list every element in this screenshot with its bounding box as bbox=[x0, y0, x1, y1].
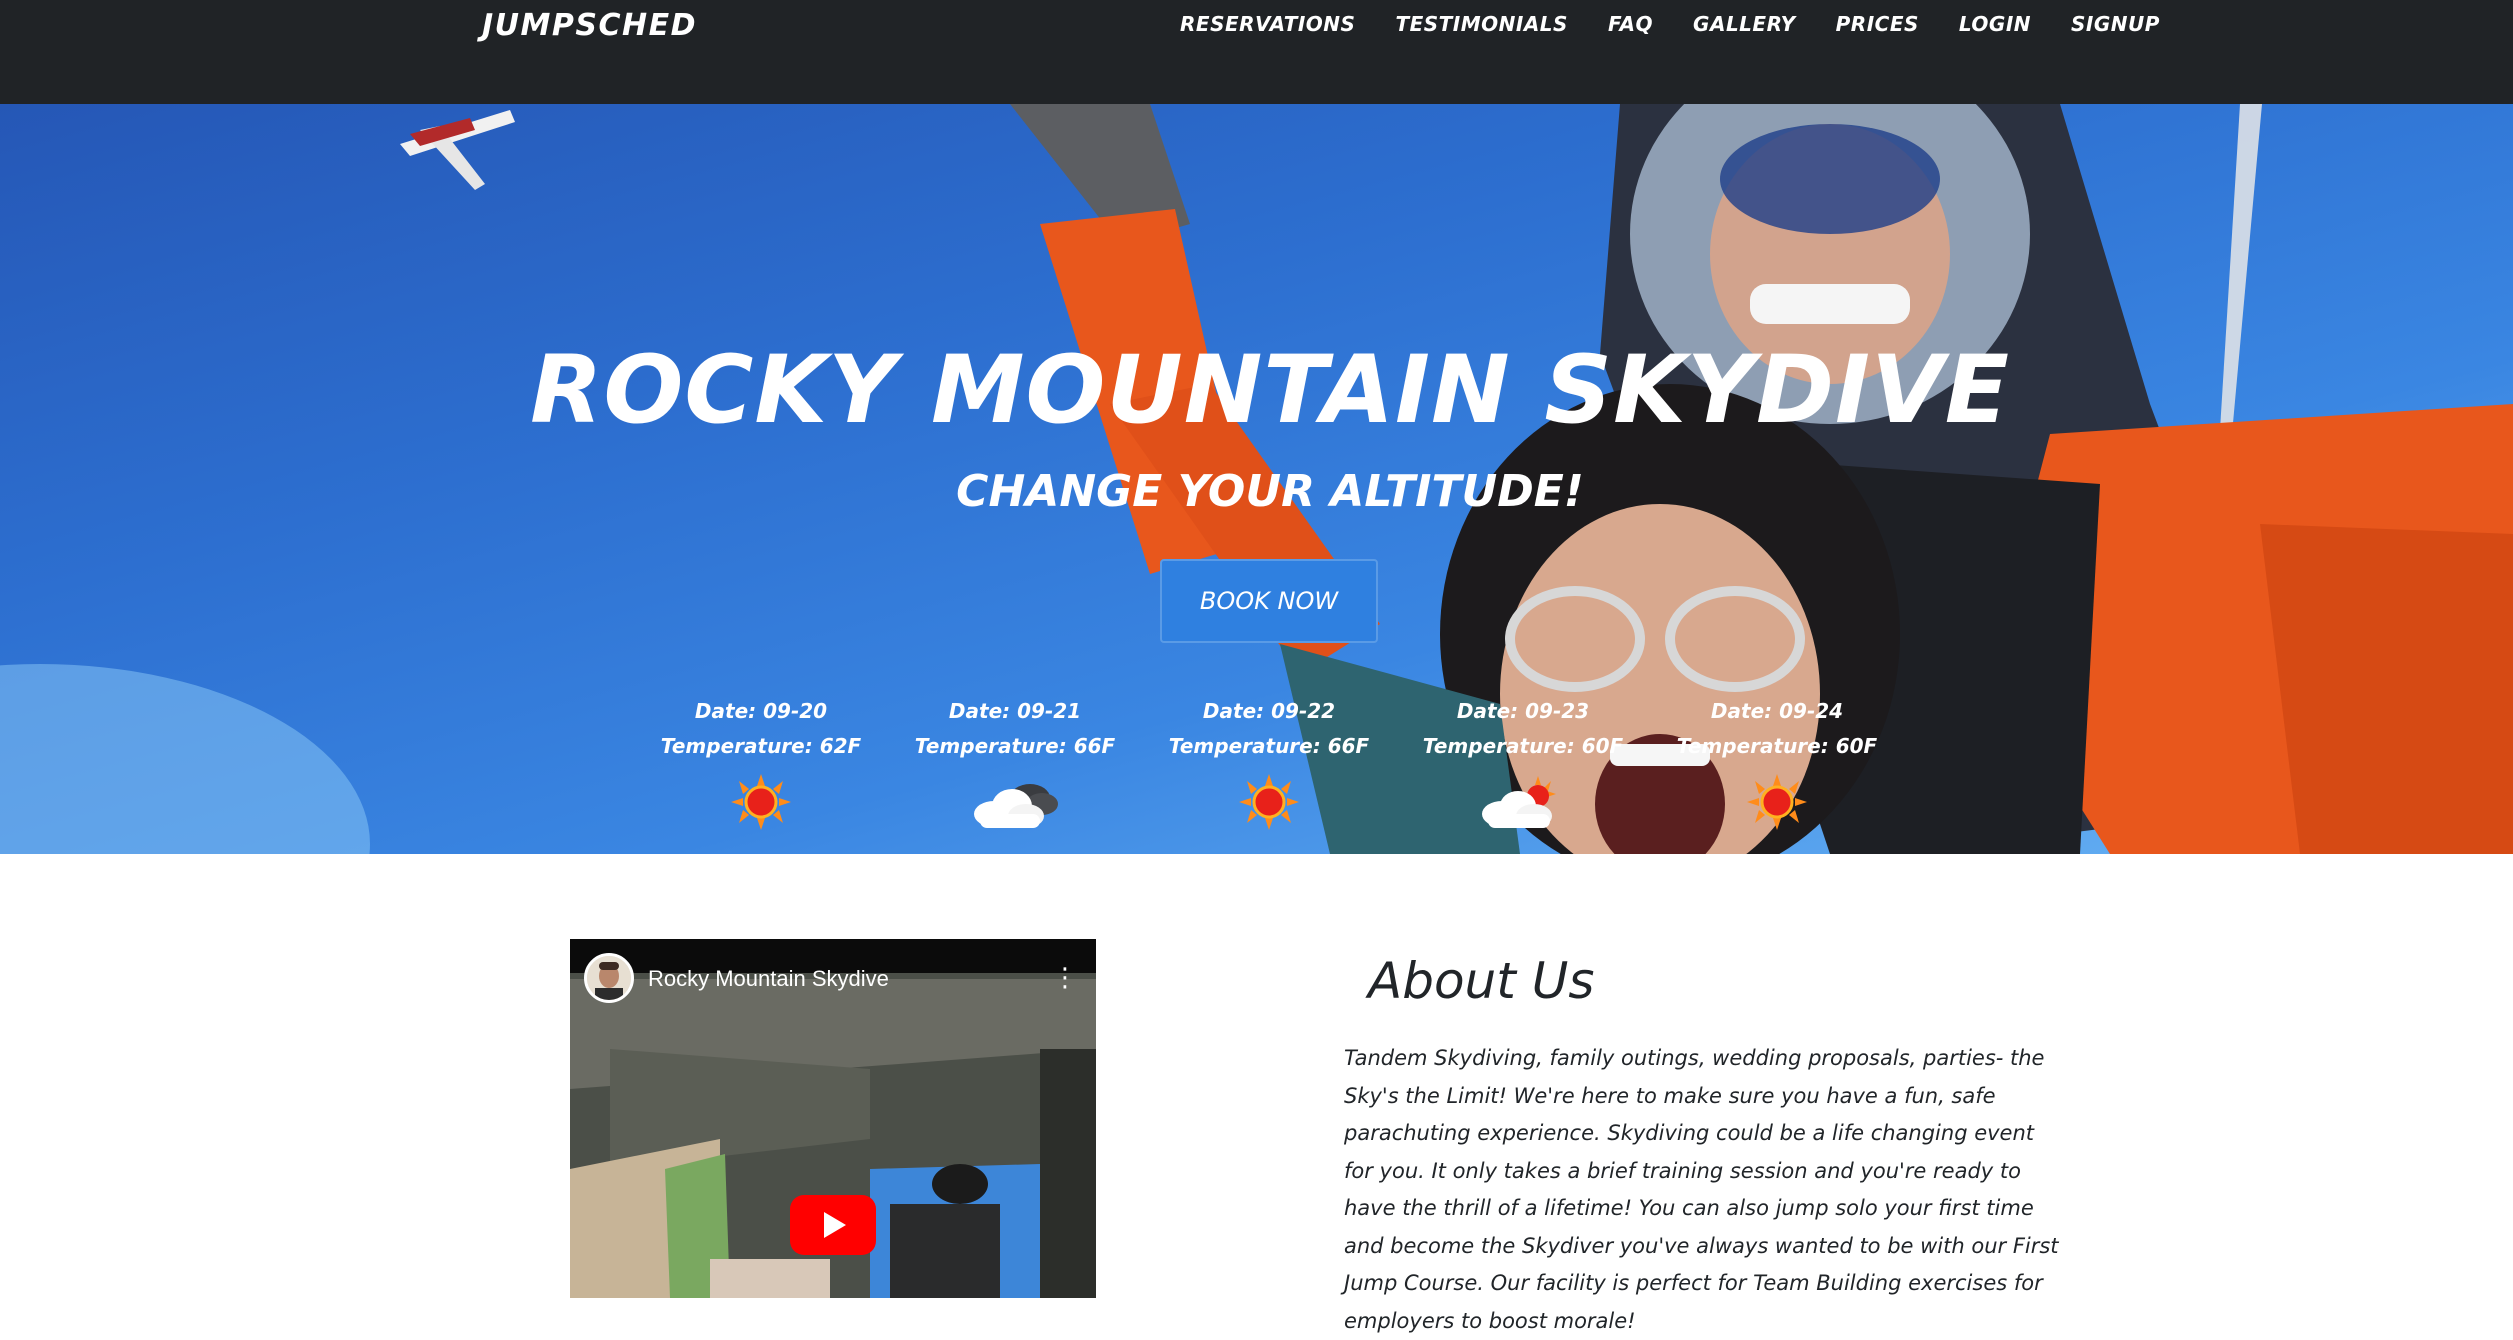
more-options-icon[interactable]: ⋮ bbox=[1050, 963, 1080, 993]
nav-links: RESERVATIONS TESTIMONIALS FAQ GALLERY PR… bbox=[1180, 12, 2200, 36]
navbar: JUMPSCHED RESERVATIONS TESTIMONIALS FAQ … bbox=[0, 0, 2513, 104]
brand-logo[interactable]: JUMPSCHED bbox=[482, 8, 697, 43]
forecast-date: Date: 09-24 bbox=[1710, 699, 1844, 723]
forecast-day: Date: 09-24 Temperature: 60F bbox=[1650, 694, 1904, 832]
channel-avatar[interactable] bbox=[584, 953, 634, 1003]
sunny-icon bbox=[1239, 774, 1299, 830]
nav-link-prices[interactable]: PRICES bbox=[1836, 12, 1919, 36]
forecast-day: Date: 09-21 Temperature: 66F bbox=[888, 694, 1142, 832]
sunny-icon bbox=[1747, 774, 1807, 830]
nav-link-gallery[interactable]: GALLERY bbox=[1693, 12, 1796, 36]
play-button-icon[interactable] bbox=[790, 1195, 876, 1255]
book-now-button[interactable]: BOOK NOW bbox=[1160, 559, 1378, 643]
forecast-day: Date: 09-22 Temperature: 66F bbox=[1142, 694, 1396, 832]
forecast-day: Date: 09-23 Temperature: 60F bbox=[1396, 694, 1650, 832]
nav-link-signup[interactable]: SIGNUP bbox=[2071, 12, 2160, 36]
airplane-graphic bbox=[400, 110, 515, 190]
hero-section: ROCKY MOUNTAIN SKYDIVE CHANGE YOUR ALTIT… bbox=[0, 104, 2513, 854]
video-embed[interactable]: Rocky Mountain Skydive ⋮ bbox=[570, 939, 1096, 1298]
forecast-date: Date: 09-20 bbox=[694, 699, 828, 723]
about-us-text: Tandem Skydiving, family outings, weddin… bbox=[1344, 1046, 2059, 1333]
about-us-heading: About Us bbox=[1368, 952, 1595, 1010]
nav-link-login[interactable]: LOGIN bbox=[1959, 12, 2031, 36]
nav-link-faq[interactable]: FAQ bbox=[1608, 12, 1653, 36]
forecast-temperature: Temperature: 66F bbox=[1168, 734, 1370, 758]
video-title[interactable]: Rocky Mountain Skydive bbox=[648, 966, 889, 992]
forecast-date: Date: 09-22 bbox=[1202, 699, 1336, 723]
forecast-temperature: Temperature: 62F bbox=[660, 734, 862, 758]
cloudy-icon bbox=[974, 784, 1058, 828]
hero-subtitle: CHANGE YOUR ALTITUDE! bbox=[956, 466, 1584, 517]
forecast-day: Date: 09-20 Temperature: 62F bbox=[634, 694, 888, 832]
forecast-temperature: Temperature: 60F bbox=[1422, 734, 1624, 758]
forecast-date: Date: 09-23 bbox=[1456, 699, 1590, 723]
nav-link-reservations[interactable]: RESERVATIONS bbox=[1180, 12, 1355, 36]
forecast-date: Date: 09-21 bbox=[948, 699, 1082, 723]
forecast-temperature: Temperature: 60F bbox=[1676, 734, 1878, 758]
avatar-icon bbox=[587, 956, 631, 1000]
nav-link-testimonials[interactable]: TESTIMONIALS bbox=[1395, 12, 1568, 36]
partly-cloudy-icon bbox=[1482, 776, 1556, 828]
sunny-icon bbox=[731, 774, 791, 830]
forecast-temperature: Temperature: 66F bbox=[914, 734, 1116, 758]
hero-title: ROCKY MOUNTAIN SKYDIVE bbox=[530, 336, 2010, 445]
